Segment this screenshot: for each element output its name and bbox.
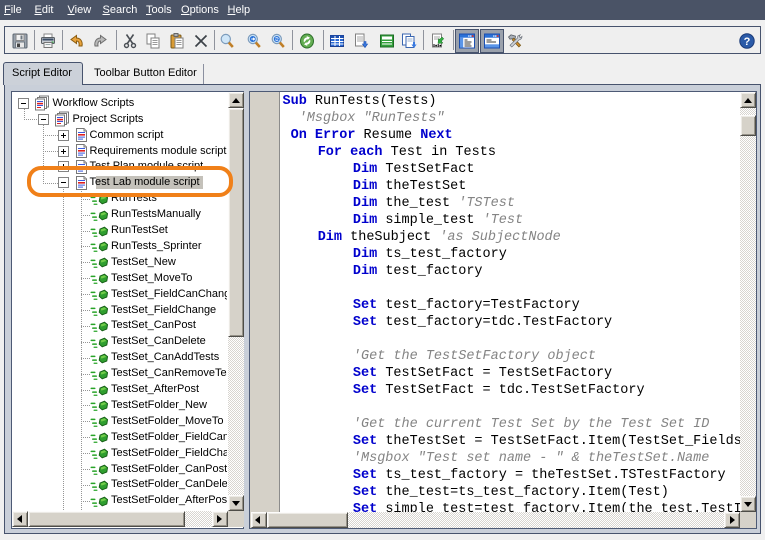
svg-text:?: ? [743,36,750,48]
